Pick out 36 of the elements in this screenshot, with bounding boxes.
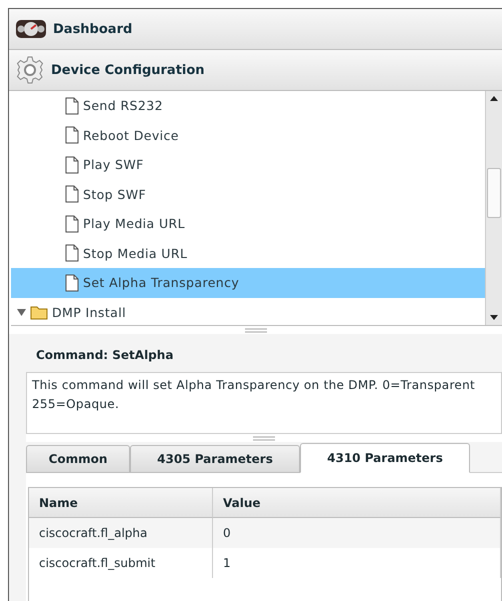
panel-title: Dashboard (53, 22, 132, 36)
panel-title: Device Configuration (51, 62, 205, 78)
tab[interactable]: 4310 Parameters (300, 443, 470, 473)
gauge-icon (15, 17, 47, 41)
tree-item[interactable]: Stop SWF (11, 180, 485, 209)
document-icon (65, 96, 79, 115)
document-icon (65, 156, 79, 174)
document-icon (65, 274, 79, 292)
tree-item[interactable]: DMP Install (11, 298, 485, 325)
scroll-thumb[interactable] (487, 168, 501, 218)
gear-icon (15, 55, 45, 85)
tree-item[interactable]: Set Alpha Transparency (11, 268, 485, 298)
table-cell: ciscocraft.fl_alpha (29, 518, 213, 548)
document-icon (65, 214, 79, 233)
column-header[interactable]: Value (213, 488, 501, 518)
splitter-grip-icon[interactable] (244, 328, 266, 332)
expanded-arrow-icon[interactable] (17, 308, 26, 317)
table-cell: 0 (213, 518, 501, 548)
splitter-grip-icon[interactable] (253, 436, 275, 440)
column-header[interactable]: Name (29, 488, 213, 518)
tab[interactable]: 4305 Parameters (130, 445, 300, 473)
command-title: Command: SetAlpha (35, 347, 174, 364)
tab[interactable]: Common (26, 445, 130, 473)
tree-item[interactable]: Play Media URL (11, 209, 485, 238)
tree-item[interactable]: Stop Media URL (11, 238, 485, 268)
document-icon (65, 244, 79, 262)
tree-item[interactable]: Play SWF (11, 150, 485, 180)
folder-icon (30, 304, 48, 320)
panel-header[interactable]: Device Configuration (9, 50, 502, 91)
description-field[interactable]: This command will set Alpha Transparency on the DMP. 0=Transparent 255=Opaque. (26, 372, 502, 434)
scrollbar[interactable] (485, 91, 502, 325)
document-icon (65, 126, 79, 144)
tree-item[interactable]: Send RS232 (11, 91, 485, 120)
panel-header[interactable]: Dashboard (9, 9, 502, 50)
tree-item[interactable]: Reboot Device (11, 120, 485, 150)
document-icon (65, 185, 79, 204)
